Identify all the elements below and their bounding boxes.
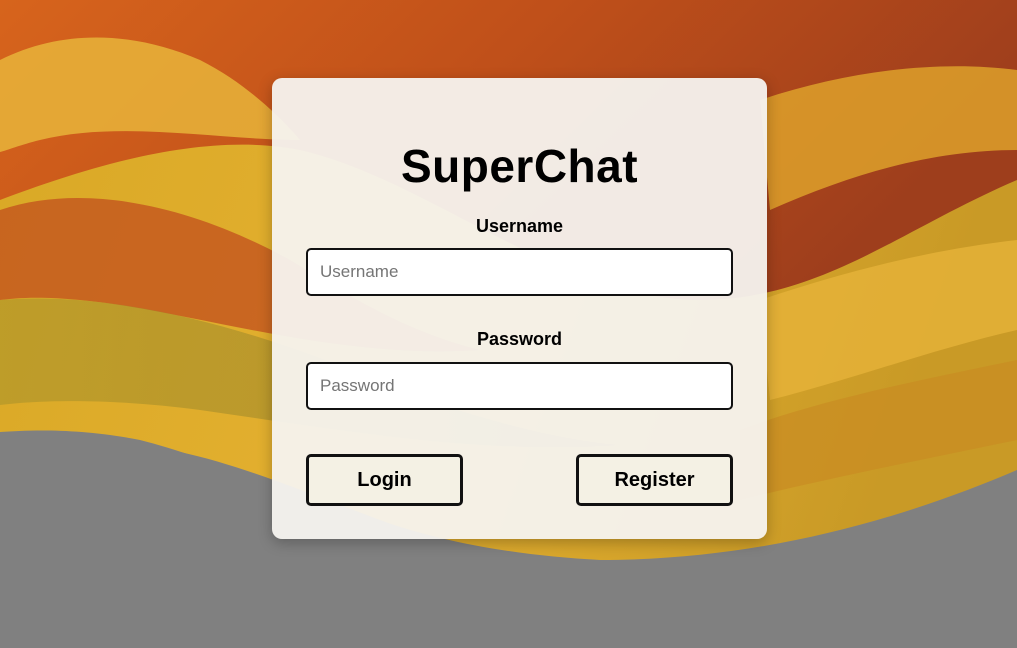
login-card: SuperChat Username Password Login Regist…	[272, 78, 767, 539]
register-button[interactable]: Register	[576, 454, 733, 506]
app-title: SuperChat	[400, 140, 639, 192]
login-page: SuperChat Username Password Login Regist…	[0, 0, 1017, 648]
password-label: Password	[476, 329, 563, 349]
username-input[interactable]	[306, 248, 733, 296]
password-input[interactable]	[306, 362, 733, 410]
login-button[interactable]: Login	[306, 454, 463, 506]
username-label: Username	[475, 216, 564, 236]
